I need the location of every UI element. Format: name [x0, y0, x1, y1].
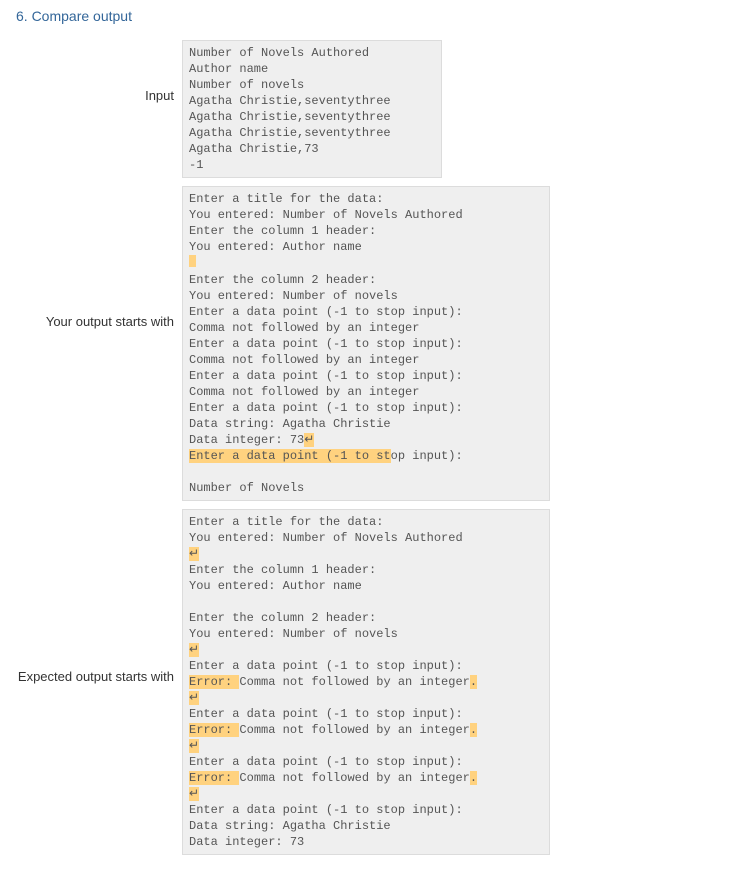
code-line: -1: [189, 158, 203, 172]
code-line: Enter a data point (-1 to stop input):: [189, 401, 463, 415]
code-line: Agatha Christie,73: [189, 142, 319, 156]
code-line: Agatha Christie,seventythree: [189, 94, 391, 108]
diff-highlight: ↵: [189, 643, 199, 657]
code-line: Data string: Agatha Christie: [189, 819, 391, 833]
code-line: Agatha Christie,seventythree: [189, 110, 391, 124]
code-line: Enter the column 2 header:: [189, 273, 376, 287]
diff-highlight: .: [470, 723, 477, 737]
code-line: Enter the column 1 header:: [189, 224, 376, 238]
diff-highlight: Error:: [189, 675, 239, 689]
code-line: Enter a title for the data:: [189, 515, 383, 529]
code-line: You entered: Number of Novels Authored: [189, 208, 463, 222]
code-line: You entered: Number of novels: [189, 289, 398, 303]
code-line: Comma not followed by an integer: [189, 385, 419, 399]
code-line: Comma not followed by an integer: [239, 723, 469, 737]
code-line: Enter a data point (-1 to stop input):: [189, 803, 463, 817]
diff-highlight: .: [470, 675, 477, 689]
label-expected: Expected output starts with: [14, 509, 182, 684]
code-line: You entered: Number of novels: [189, 627, 398, 641]
diff-highlight: ↵: [189, 787, 199, 801]
diff-highlight: ↵: [189, 691, 199, 705]
diff-highlight: .: [470, 771, 477, 785]
code-line: Enter a data point (-1 to stop input):: [189, 755, 463, 769]
code-line: Enter a data point (-1 to stop input):: [189, 337, 463, 351]
code-line: Enter the column 1 header:: [189, 563, 376, 577]
code-line: Enter the column 2 header:: [189, 611, 376, 625]
compare-output-section: 6. Compare output Input Number of Novels…: [0, 0, 744, 873]
code-line: Comma not followed by an integer: [239, 675, 469, 689]
code-line: You entered: Number of Novels Authored: [189, 531, 463, 545]
label-input: Input: [14, 40, 182, 103]
diff-highlight: Enter a data point (-1 to st: [189, 449, 391, 463]
code-line: You entered: Author name: [189, 579, 362, 593]
code-line: Enter a data point (-1 to stop input):: [189, 369, 463, 383]
diff-highlight: ↵: [189, 739, 199, 753]
your-output-block: Enter a title for the data: You entered:…: [182, 186, 550, 501]
code-line: Enter a data point (-1 to stop input):: [189, 659, 463, 673]
code-line: op input):: [391, 449, 463, 463]
code-line: Number of novels: [189, 78, 304, 92]
input-block: Number of Novels Authored Author name Nu…: [182, 40, 442, 178]
code-line: Enter a title for the data:: [189, 192, 383, 206]
code-line: Enter a data point (-1 to stop input):: [189, 305, 463, 319]
diff-highlight: Error:: [189, 723, 239, 737]
diff-highlight: Error:: [189, 771, 239, 785]
expected-output-block: Enter a title for the data: You entered:…: [182, 509, 550, 855]
diff-marker: [189, 255, 196, 267]
code-line: Agatha Christie,seventythree: [189, 126, 391, 140]
diff-highlight: ↵: [304, 433, 314, 447]
code-line: Data integer: 73: [189, 835, 304, 849]
label-your-output: Your output starts with: [14, 186, 182, 329]
code-line: Data string: Agatha Christie: [189, 417, 391, 431]
code-line: Comma not followed by an integer: [189, 353, 419, 367]
code-line: Number of Novels: [189, 481, 304, 495]
section-title: 6. Compare output: [16, 8, 730, 24]
code-line: Data integer: 73: [189, 433, 304, 447]
code-line: Enter a data point (-1 to stop input):: [189, 707, 463, 721]
row-input: Input Number of Novels Authored Author n…: [14, 40, 730, 178]
code-line: Comma not followed by an integer: [189, 321, 419, 335]
code-line: Comma not followed by an integer: [239, 771, 469, 785]
code-line: You entered: Author name: [189, 240, 362, 254]
code-line: Author name: [189, 62, 268, 76]
row-your-output: Your output starts with Enter a title fo…: [14, 186, 730, 501]
diff-highlight: ↵: [189, 547, 199, 561]
row-expected-output: Expected output starts with Enter a titl…: [14, 509, 730, 855]
code-line: Number of Novels Authored: [189, 46, 369, 60]
